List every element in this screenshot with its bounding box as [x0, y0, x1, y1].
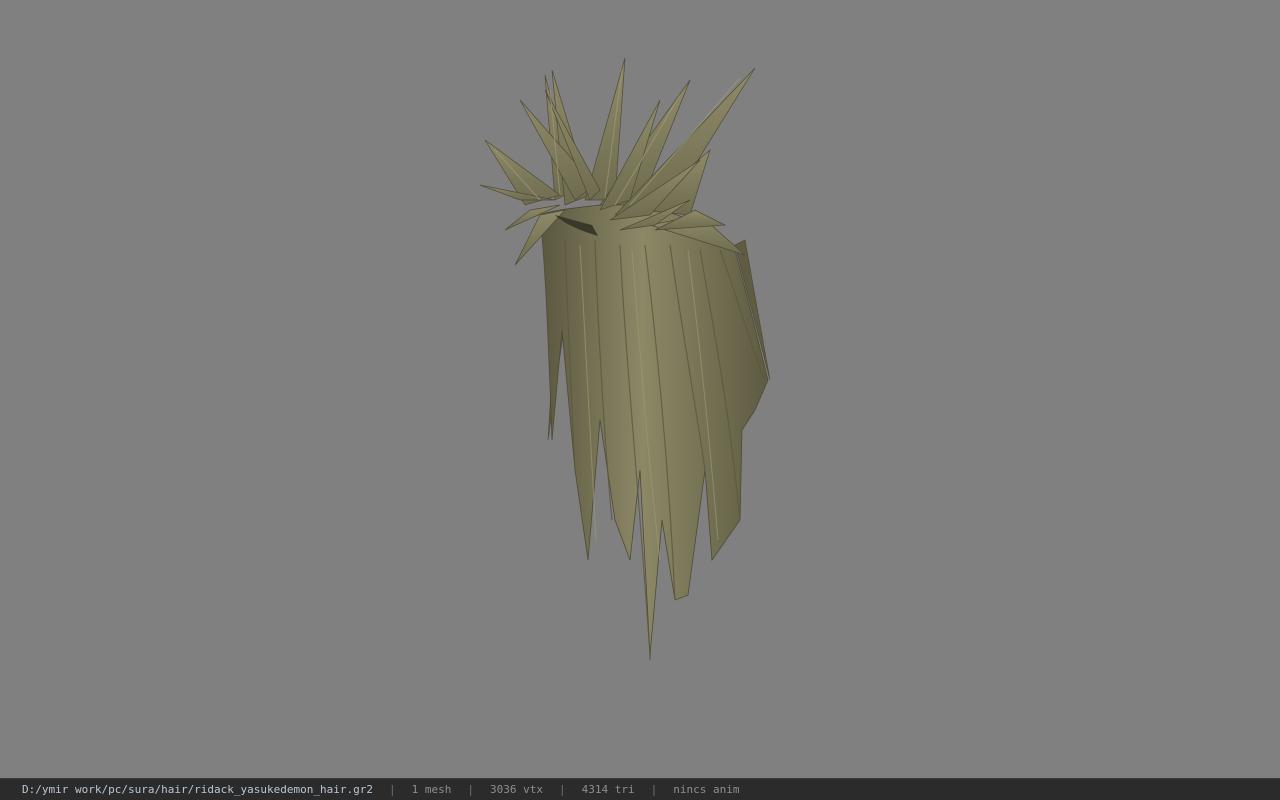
mesh-count: 1 mesh	[411, 783, 452, 796]
vertex-count: 3036 vtx	[490, 783, 543, 796]
hair-model	[479, 57, 771, 661]
separator: |	[389, 783, 396, 796]
anim-status: nincs anim	[673, 783, 740, 796]
separator: |	[558, 783, 566, 796]
separator: |	[650, 783, 658, 796]
separator: |	[467, 783, 474, 796]
triangle-count: 4314 tri	[581, 783, 635, 796]
3d-viewport[interactable]	[0, 0, 1280, 778]
file-path: D:/ymir work/pc/sura/hair/ridack_yasuked…	[22, 783, 373, 796]
status-bar: D:/ymir work/pc/sura/hair/ridack_yasuked…	[0, 778, 1280, 800]
